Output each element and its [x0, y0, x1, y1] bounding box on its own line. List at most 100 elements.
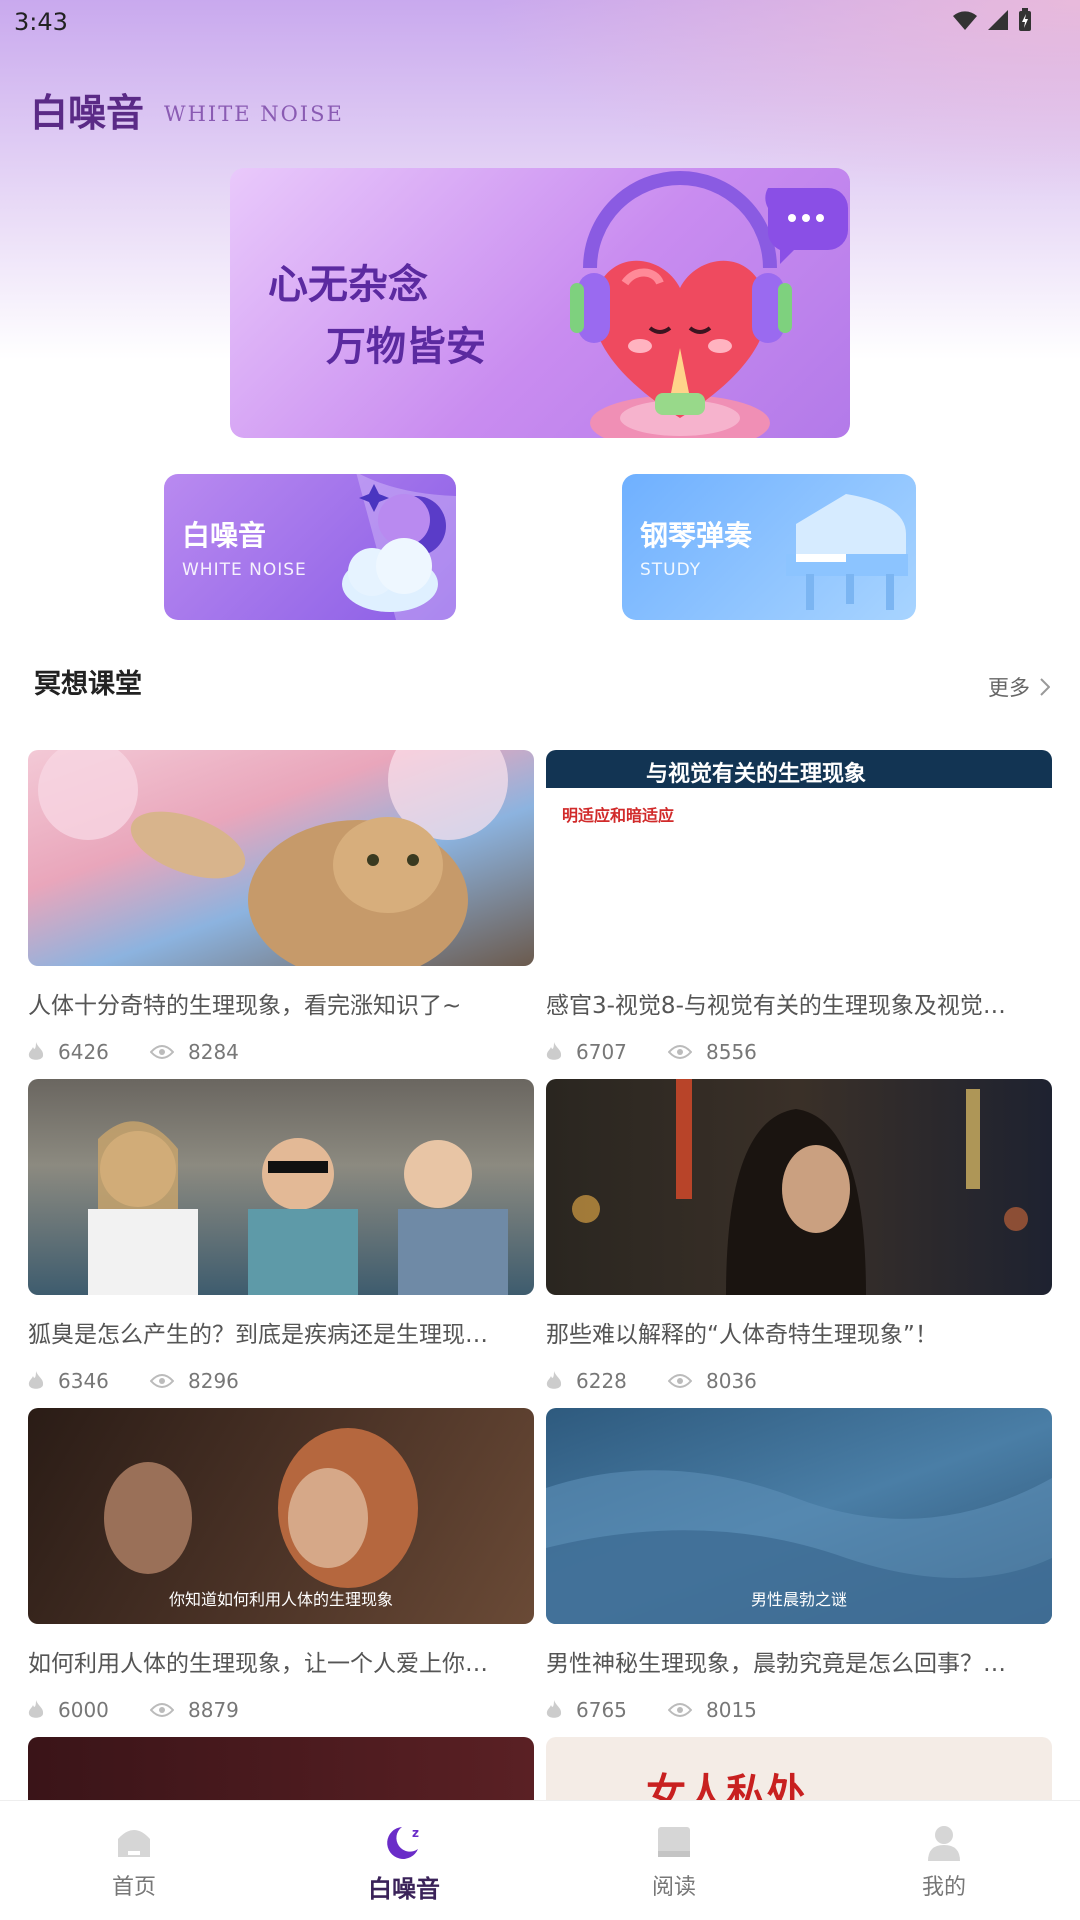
article-card[interactable]: 你知道如何利用人体的生理现象 如何利用人体的生理现象，让一个人爱上你… 6000…	[28, 1408, 534, 1722]
article-title: 人体十分奇特的生理现象，看完涨知识了~	[28, 993, 462, 1019]
svg-text:z: z	[412, 1826, 419, 1840]
quick-card-title: 白噪音	[182, 519, 267, 552]
banner-line-1: 心无杂念	[268, 262, 428, 308]
quick-card-subtitle: WHITE NOISE	[182, 560, 307, 580]
quick-card-subtitle: STUDY	[640, 560, 702, 580]
nav-item-reading[interactable]: 阅读	[614, 1823, 734, 1901]
views-count: 8296	[188, 1369, 239, 1393]
article-card[interactable]: 人体十分奇特的生理现象，看完涨知识了~ 6426 8284	[28, 750, 534, 1064]
eye-icon	[150, 1703, 174, 1717]
thumbnail-caption: 男性晨勃之谜	[750, 1590, 847, 1609]
likes-stat: 6000	[28, 1698, 150, 1722]
views-stat: 8879	[150, 1698, 272, 1722]
cat-cherry-blossom-image	[38, 750, 508, 966]
article-thumbnail	[546, 1079, 1052, 1295]
piano-icon	[786, 494, 908, 610]
article-thumbnail	[28, 750, 534, 966]
views-count: 8879	[188, 1698, 239, 1722]
book-icon	[658, 1827, 690, 1857]
article-card[interactable]: 男性晨勃之谜 男性神秘生理现象，晨勃究竟是怎么回事？… 6765 8015	[546, 1408, 1052, 1722]
nav-item-white-noise[interactable]: z 白噪音	[344, 1823, 464, 1904]
article-stats: 6346 8296	[28, 1369, 534, 1393]
people-crowd-image	[88, 1121, 508, 1295]
likes-count: 6765	[576, 1698, 627, 1722]
home-icon	[118, 1830, 150, 1857]
promo-banner[interactable]: 心无杂念 万物皆安	[230, 168, 850, 438]
flame-icon	[28, 1700, 44, 1718]
user-icon	[928, 1826, 960, 1861]
views-count: 8015	[706, 1698, 757, 1722]
article-title: 那些难以解释的“人体奇特生理现象”！	[546, 1322, 938, 1348]
views-stat: 8036	[668, 1369, 790, 1393]
likes-stat: 6346	[28, 1369, 150, 1393]
views-count: 8556	[706, 1040, 757, 1064]
eye-icon	[150, 1374, 174, 1388]
article-card[interactable]: 那些难以解释的“人体奇特生理现象”！ 6228 8036	[546, 1079, 1052, 1393]
page-title: 白噪音	[30, 91, 145, 135]
article-stats: 6765 8015	[546, 1698, 1052, 1722]
likes-count: 6228	[576, 1369, 627, 1393]
bottom-navigation: 首页 z 白噪音 阅读 我的	[0, 1800, 1080, 1920]
page-subtitle: WHITE NOISE	[164, 102, 344, 126]
article-stats: 6426 8284	[28, 1040, 534, 1064]
article-stats: 6000 8879	[28, 1698, 534, 1722]
status-bar: 3:43	[0, 0, 1080, 44]
views-stat: 8296	[150, 1369, 272, 1393]
status-icons	[952, 8, 1032, 32]
nav-label: 首页	[111, 1875, 156, 1900]
views-count: 8036	[706, 1369, 757, 1393]
nav-item-home[interactable]: 首页	[74, 1823, 194, 1901]
cloud-moon-icon	[342, 474, 456, 620]
signal-icon	[988, 10, 1008, 30]
eye-icon	[668, 1703, 692, 1717]
flame-icon	[546, 1371, 562, 1389]
more-label: 更多	[988, 676, 1030, 700]
nav-label: 白噪音	[368, 1875, 440, 1903]
quick-card-white-noise[interactable]: 白噪音 WHITE NOISE	[164, 474, 456, 620]
nav-item-profile[interactable]: 我的	[884, 1823, 1004, 1901]
likes-stat: 6707	[546, 1040, 668, 1064]
quick-card-piano[interactable]: 钢琴弹奏 STUDY	[622, 474, 916, 620]
likes-count: 6346	[58, 1369, 109, 1393]
views-stat: 8284	[150, 1040, 272, 1064]
views-stat: 8556	[668, 1040, 790, 1064]
article-thumbnail: 男性晨勃之谜	[546, 1408, 1052, 1624]
article-stats: 6228 8036	[546, 1369, 1052, 1393]
flame-icon	[546, 1700, 562, 1718]
moon-icon: z	[387, 1826, 419, 1859]
likes-count: 6426	[58, 1040, 109, 1064]
views-count: 8284	[188, 1040, 239, 1064]
eye-icon	[668, 1374, 692, 1388]
article-title: 男性神秘生理现象，晨勃究竟是怎么回事？…	[546, 1651, 1006, 1677]
article-thumbnail	[28, 1079, 534, 1295]
wifi-icon	[953, 11, 977, 30]
woman-city-night-image	[572, 1079, 1028, 1295]
eye-icon	[668, 1045, 692, 1059]
article-card[interactable]: 与视觉有关的生理现象 明适应和暗适应 感官3-视觉8-与视觉有关的生理现象及视觉…	[546, 750, 1052, 1064]
heart-headphones-illustration	[570, 171, 848, 438]
thumbnail-subtitle-text: 明适应和暗适应	[562, 806, 675, 825]
more-link[interactable]: 更多	[988, 672, 1050, 702]
section-title: 冥想课堂	[34, 669, 142, 700]
article-title: 感官3-视觉8-与视觉有关的生理现象及视觉…	[546, 993, 1006, 1019]
banner-line-2: 万物皆安	[326, 324, 486, 370]
article-card[interactable]: 狐臭是怎么产生的？到底是疾病还是生理现… 6346 8296	[28, 1079, 534, 1393]
article-stats: 6707 8556	[546, 1040, 1052, 1064]
eye-icon	[150, 1045, 174, 1059]
chevron-right-icon	[1040, 678, 1050, 696]
status-time: 3:43	[14, 8, 68, 36]
likes-stat: 6228	[546, 1369, 668, 1393]
thumbnail-header-text: 与视觉有关的生理现象	[546, 750, 1052, 788]
flame-icon	[546, 1042, 562, 1060]
likes-stat: 6426	[28, 1040, 150, 1064]
likes-stat: 6765	[546, 1698, 668, 1722]
nav-label: 我的	[921, 1875, 966, 1900]
flame-icon	[28, 1371, 44, 1389]
article-thumbnail: 你知道如何利用人体的生理现象	[28, 1408, 534, 1624]
battery-icon	[1019, 8, 1031, 31]
article-thumbnail: 与视觉有关的生理现象 明适应和暗适应	[546, 750, 1052, 966]
nav-label: 阅读	[651, 1875, 696, 1900]
thumbnail-caption: 你知道如何利用人体的生理现象	[168, 1590, 393, 1609]
views-stat: 8015	[668, 1698, 790, 1722]
article-title: 如何利用人体的生理现象，让一个人爱上你…	[28, 1651, 488, 1677]
